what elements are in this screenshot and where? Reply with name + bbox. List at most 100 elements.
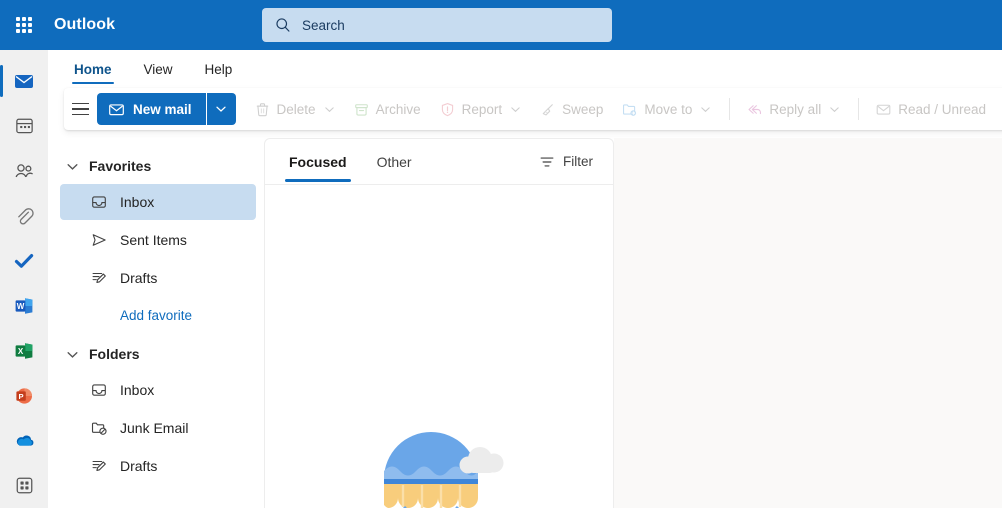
sidebar-label: Drafts [120,270,158,286]
folder-arrow-icon [623,103,637,116]
rail-item-onedrive[interactable] [0,418,48,463]
read-unread-button[interactable]: Read / Unread [867,93,994,125]
powerpoint-icon: P [16,387,32,404]
move-to-label: Move to [644,101,693,117]
inbox-icon [92,384,106,396]
search-placeholder: Search [302,17,345,33]
ribbon-tabs: Home View Help [48,50,254,84]
categorize-button[interactable] [996,93,1002,125]
broom-icon [542,103,553,115]
outlook-web-app: Outlook Search W X P Home View Help New … [0,0,1002,508]
tab-home[interactable]: Home [64,62,122,84]
svg-text:P: P [19,392,24,401]
chevron-down-icon [830,106,839,112]
draft-pencil-icon [92,460,106,471]
search-icon [276,18,290,32]
empty-state [265,185,613,508]
checkmark-icon [14,253,34,268]
people-icon [15,163,33,177]
word-icon: W [15,297,33,314]
archive-icon [354,103,368,116]
chevron-down-icon [216,106,226,112]
toolbar-divider [729,98,731,120]
tab-view[interactable]: View [134,62,183,84]
group-header-folders[interactable]: Folders [48,338,264,370]
sidebar-item-drafts-folder[interactable]: Drafts [60,448,256,484]
mail-icon [109,103,124,115]
svg-text:X: X [18,347,24,356]
message-list-pane: Focused Other Filter [264,138,614,508]
inbox-icon [92,196,106,208]
new-mail-button[interactable]: New mail [97,93,206,125]
reply-all-label: Reply all [769,101,822,117]
hot-air-balloon-illustration [384,432,504,508]
tab-help[interactable]: Help [195,62,243,84]
junk-folder-icon [91,422,107,435]
sidebar-item-inbox-favorite[interactable]: Inbox [60,184,256,220]
group-title-favorites: Favorites [89,158,152,174]
rail-item-calendar[interactable] [0,103,48,148]
rail-item-word[interactable]: W [0,283,48,328]
archive-label: Archive [375,101,421,117]
sidebar-label: Junk Email [120,420,189,436]
rail-item-powerpoint[interactable]: P [0,373,48,418]
add-favorite-link[interactable]: Add favorite [48,298,264,332]
sidebar-label: Sent Items [120,232,187,248]
command-bar: New mail Delete Archive Report Sweep Mov… [64,88,1002,130]
top-header: Outlook Search [0,0,1002,50]
rail-item-people[interactable] [0,148,48,193]
reply-all-button[interactable]: Reply all [738,93,848,125]
delete-label: Delete [276,101,316,117]
filter-icon [540,157,554,166]
folder-sidebar: Favorites Inbox Sent Items Drafts Add fa… [48,138,264,508]
move-to-button[interactable]: Move to [613,93,719,125]
envelope-icon [876,104,891,115]
group-header-favorites[interactable]: Favorites [48,150,264,182]
sweep-button[interactable]: Sweep [531,93,611,125]
calendar-icon [15,118,33,134]
chevron-down-icon [701,106,711,112]
filter-label: Filter [563,154,593,169]
menu-toggle-button[interactable] [72,93,89,125]
rail-item-todo[interactable] [0,238,48,283]
sidebar-item-inbox-folder[interactable]: Inbox [60,372,256,408]
tab-other[interactable]: Other [373,142,416,182]
delete-button[interactable]: Delete [246,93,343,125]
message-list-header: Focused Other Filter [265,139,613,185]
archive-button[interactable]: Archive [345,93,429,125]
report-button[interactable]: Report [431,93,530,125]
paperclip-icon [18,207,34,225]
apps-grid-icon [16,477,32,494]
new-mail-label: New mail [133,101,192,117]
app-rail: W X P [0,50,48,508]
cloud-icon [16,435,34,446]
sweep-label: Sweep [562,101,604,117]
sidebar-item-drafts-favorite[interactable]: Drafts [60,260,256,296]
sidebar-item-sent-items[interactable]: Sent Items [60,222,256,258]
app-launcher-button[interactable] [0,0,48,50]
chevron-down-icon [324,106,334,112]
chevron-down-icon [67,351,78,358]
shield-icon [441,102,453,116]
send-icon [92,234,106,246]
draft-pencil-icon [92,272,106,283]
sidebar-label: Inbox [120,194,155,210]
new-mail-split-button: New mail [97,93,236,125]
group-title-folders: Folders [89,346,140,362]
search-input[interactable]: Search [262,8,612,42]
svg-text:W: W [17,302,25,311]
new-mail-dropdown-button[interactable] [205,93,236,125]
report-label: Report [461,101,503,117]
waffle-icon [16,17,32,33]
rail-item-files[interactable] [0,193,48,238]
sidebar-label: Inbox [120,382,155,398]
rail-item-excel[interactable]: X [0,328,48,373]
brand-title[interactable]: Outlook [54,16,115,34]
reading-pane [614,138,1002,508]
rail-item-apps[interactable] [0,463,48,508]
filter-button[interactable]: Filter [531,150,601,174]
sidebar-label: Drafts [120,458,158,474]
sidebar-item-junk-email[interactable]: Junk Email [60,410,256,446]
tab-focused[interactable]: Focused [285,142,351,182]
rail-item-mail[interactable] [0,58,48,103]
